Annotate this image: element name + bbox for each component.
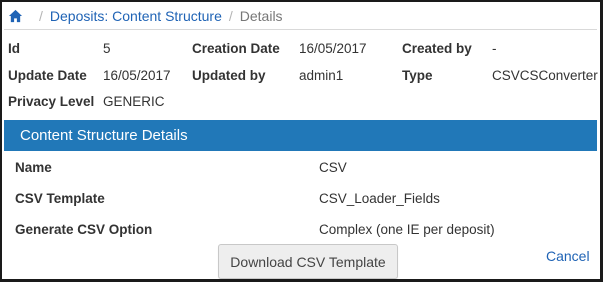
- id-value: 5: [103, 41, 111, 56]
- created-by-label: Created by: [402, 41, 472, 56]
- breadcrumb-content-structure-link[interactable]: Deposits: Content Structure: [50, 8, 222, 24]
- type-value: CSVCSConverter: [492, 68, 598, 83]
- section-header: Content Structure Details: [4, 120, 597, 151]
- privacy-level-label: Privacy Level: [8, 94, 95, 109]
- privacy-level-value: GENERIC: [103, 94, 165, 109]
- update-date-value: 16/05/2017: [103, 68, 171, 83]
- details-page: / Deposits: Content Structure / Details …: [0, 0, 603, 282]
- name-value: CSV: [319, 160, 347, 175]
- generate-csv-option-label: Generate CSV Option: [15, 222, 153, 237]
- type-label: Type: [402, 68, 433, 83]
- csv-template-label: CSV Template: [15, 191, 105, 206]
- creation-date-value: 16/05/2017: [299, 41, 367, 56]
- update-date-label: Update Date: [8, 68, 87, 83]
- breadcrumb-divider: [4, 29, 597, 30]
- creation-date-label: Creation Date: [192, 41, 280, 56]
- section-title: Content Structure Details: [20, 127, 188, 144]
- name-label: Name: [15, 160, 52, 175]
- created-by-value: -: [492, 41, 497, 56]
- csv-template-value: CSV_Loader_Fields: [319, 191, 440, 206]
- generate-csv-option-value: Complex (one IE per deposit): [319, 222, 495, 237]
- breadcrumb-separator: /: [228, 8, 233, 24]
- home-icon[interactable]: [8, 9, 23, 23]
- cancel-link[interactable]: Cancel: [546, 248, 590, 264]
- breadcrumb-current: Details: [239, 8, 283, 24]
- breadcrumb: / Deposits: Content Structure / Details: [8, 7, 283, 25]
- updated-by-label: Updated by: [192, 68, 266, 83]
- id-label: Id: [8, 41, 20, 56]
- breadcrumb-separator: /: [39, 8, 43, 24]
- updated-by-value: admin1: [299, 68, 344, 83]
- download-csv-template-button[interactable]: Download CSV Template: [218, 244, 398, 279]
